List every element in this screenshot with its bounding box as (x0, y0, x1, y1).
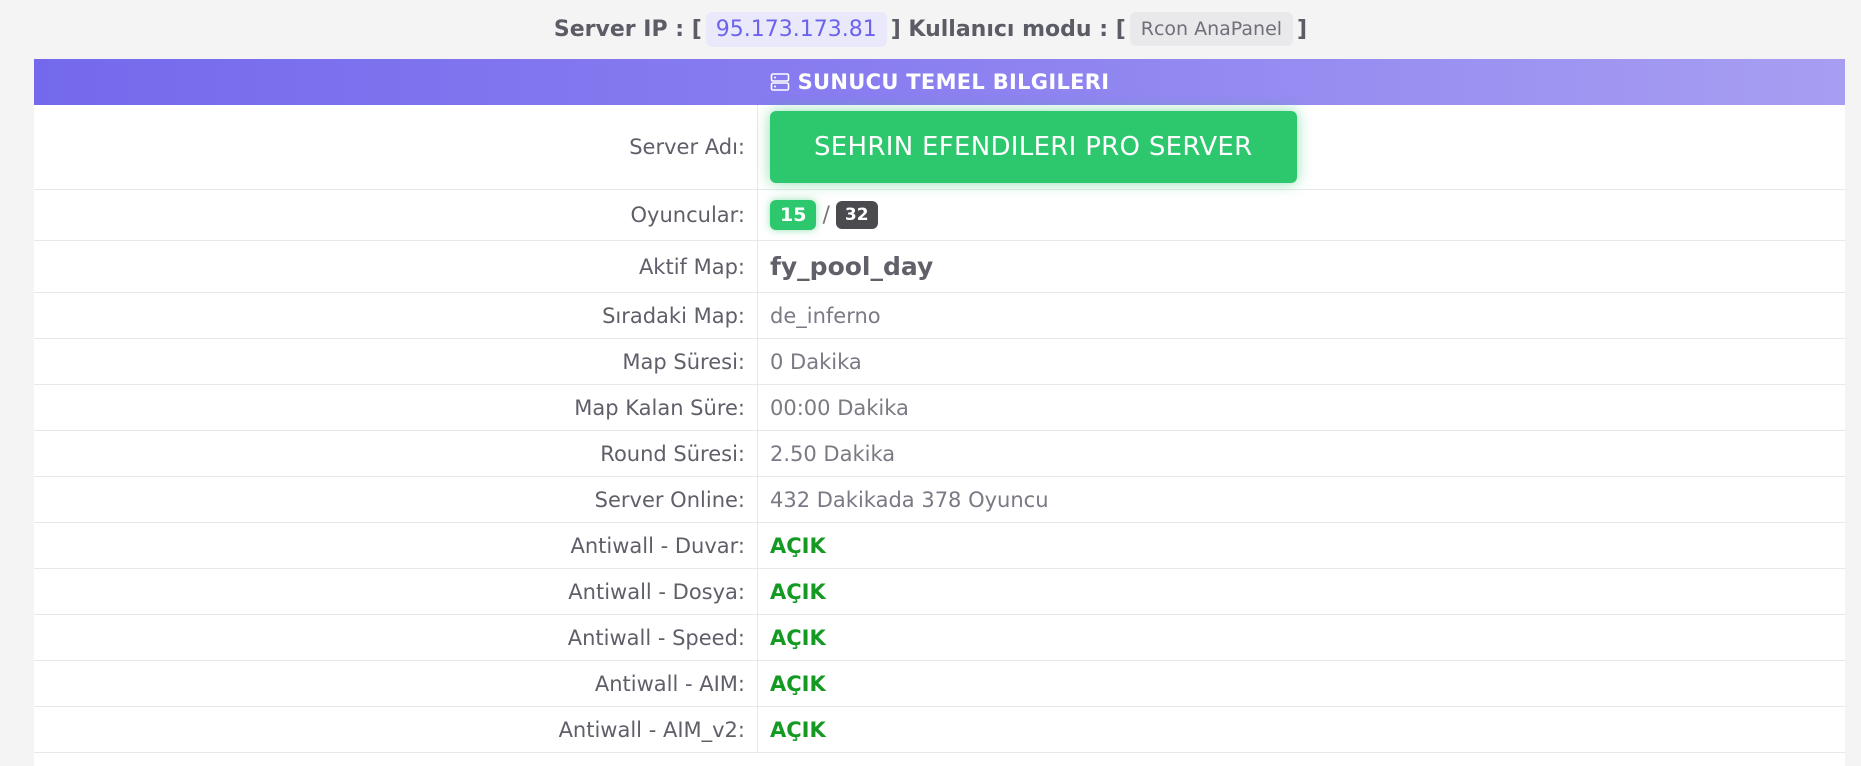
players-max-badge: 32 (835, 201, 878, 229)
user-mode-label: ] Kullanıcı modu : [ (890, 16, 1126, 42)
antiwall-aim-label: Antiwall - AIM: (34, 661, 758, 706)
map-time-value: 0 Dakika (770, 349, 862, 374)
antiwall-speed-label: Antiwall - Speed: (34, 615, 758, 660)
row-next-map: Sıradaki Map: de_inferno (34, 293, 1845, 339)
page: Server IP : [ 95.173.173.81 ] Kullanıcı … (0, 0, 1861, 766)
card-header: SUNUCU TEMEL BILGILERI (34, 59, 1845, 105)
row-map-time: Map Süresi: 0 Dakika (34, 339, 1845, 385)
server-info-bar: Server IP : [ 95.173.173.81 ] Kullanıcı … (0, 0, 1861, 58)
server-online-label: Server Online: (34, 477, 758, 522)
antiwall-aim-v2-status: AÇIK (770, 717, 826, 742)
round-time-label: Round Süresi: (34, 431, 758, 476)
map-remaining-label: Map Kalan Süre: (34, 385, 758, 430)
row-antiwall-aim: Antiwall - AIM: AÇIK (34, 661, 1845, 707)
antiwall-duvar-label: Antiwall - Duvar: (34, 523, 758, 568)
antiwall-dosya-label: Antiwall - Dosya: (34, 569, 758, 614)
row-players: Oyuncular: 15 / 32 (34, 190, 1845, 241)
card-title: SUNUCU TEMEL BILGILERI (797, 70, 1110, 94)
active-map-label: Aktif Map: (34, 241, 758, 292)
row-antiwall-aim-v2: Antiwall - AIM_v2: AÇIK (34, 707, 1845, 753)
row-antiwall-dosya: Antiwall - Dosya: AÇIK (34, 569, 1845, 615)
map-remaining-value: 00:00 Dakika (770, 395, 909, 420)
active-map-value: fy_pool_day (770, 252, 934, 281)
antiwall-duvar-status: AÇIK (770, 533, 826, 558)
server-online-value: 432 Dakikada 378 Oyuncu (770, 487, 1049, 512)
antiwall-aim-v2-label: Antiwall - AIM_v2: (34, 707, 758, 752)
user-mode-badge: Rcon AnaPanel (1129, 12, 1294, 46)
server-name-label: Server Adı: (34, 105, 758, 189)
players-current-badge: 15 (770, 200, 817, 230)
players-separator: / (822, 202, 830, 228)
user-mode-close: ] (1297, 16, 1308, 42)
round-time-value: 2.50 Dakika (770, 441, 896, 466)
map-time-label: Map Süresi: (34, 339, 758, 384)
server-name-button[interactable]: SEHRIN EFENDILERI PRO SERVER (770, 111, 1297, 183)
row-map-remaining: Map Kalan Süre: 00:00 Dakika (34, 385, 1845, 431)
server-ip-label: Server IP : [ (553, 16, 702, 42)
server-info-card: SUNUCU TEMEL BILGILERI Server Adı: SEHRI… (34, 59, 1845, 766)
row-server-name: Server Adı: SEHRIN EFENDILERI PRO SERVER (34, 105, 1845, 190)
row-active-map: Aktif Map: fy_pool_day (34, 241, 1845, 293)
row-round-time: Round Süresi: 2.50 Dakika (34, 431, 1845, 477)
row-antiwall-duvar: Antiwall - Duvar: AÇIK (34, 523, 1845, 569)
server-ip-badge[interactable]: 95.173.173.81 (705, 11, 887, 47)
antiwall-dosya-status: AÇIK (770, 579, 826, 604)
next-map-value: de_inferno (770, 303, 881, 328)
row-server-online: Server Online: 432 Dakikada 378 Oyuncu (34, 477, 1845, 523)
antiwall-aim-status: AÇIK (770, 671, 826, 696)
server-icon (770, 72, 790, 92)
next-map-label: Sıradaki Map: (34, 293, 758, 338)
players-label: Oyuncular: (34, 190, 758, 240)
row-antiwall-speed: Antiwall - Speed: AÇIK (34, 615, 1845, 661)
antiwall-speed-status: AÇIK (770, 625, 826, 650)
